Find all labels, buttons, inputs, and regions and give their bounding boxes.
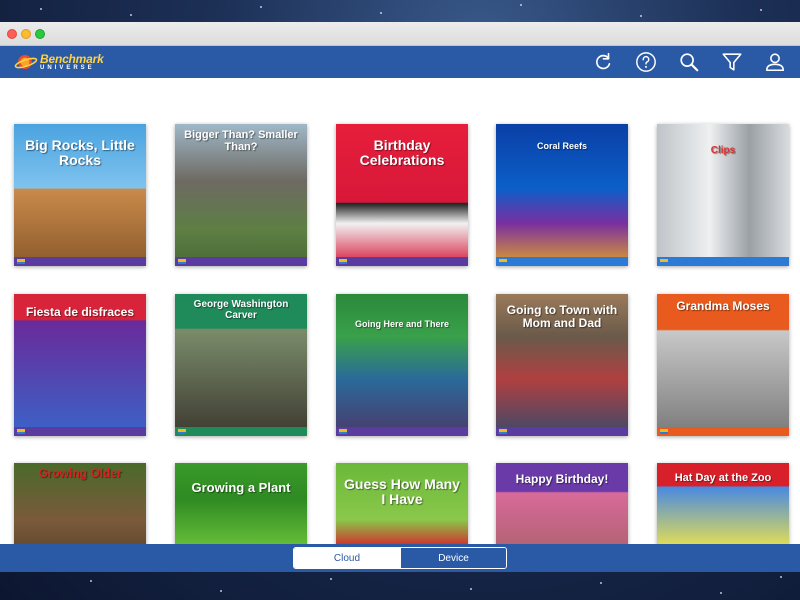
book-publisher-band bbox=[14, 427, 146, 436]
minimize-window-button[interactable] bbox=[21, 29, 31, 39]
publisher-logo-icon bbox=[17, 429, 25, 434]
book-title: Clips bbox=[710, 145, 736, 156]
refresh-icon bbox=[596, 52, 611, 70]
publisher-logo-icon bbox=[178, 429, 186, 434]
book-title: Going to Town with Mom and Dad bbox=[506, 303, 618, 330]
publisher-logo-icon bbox=[499, 429, 507, 434]
book-cover-image: Growing Older bbox=[14, 463, 146, 548]
book-card[interactable]: Fiesta de disfraces bbox=[14, 294, 146, 436]
book-publisher-band bbox=[14, 257, 146, 266]
book-cover-image: Coral Reefs bbox=[496, 124, 628, 266]
publisher-logo-icon bbox=[660, 429, 668, 434]
book-cover-image: Going Here and There bbox=[336, 294, 468, 436]
app-header: Benchmark UNIVERSE bbox=[0, 46, 800, 78]
book-cover-image: Big Rocks, Little Rocks bbox=[14, 124, 146, 266]
search-button[interactable] bbox=[676, 49, 702, 75]
book-title: Fiesta de disfraces bbox=[25, 305, 135, 319]
user-icon bbox=[765, 53, 785, 72]
app-window: Benchmark UNIVERSE Big Rocks, Little Roc… bbox=[0, 22, 800, 572]
publisher-logo-icon bbox=[17, 259, 25, 264]
book-cover-image: George Washington Carver bbox=[175, 294, 307, 436]
close-window-button[interactable] bbox=[7, 29, 17, 39]
book-cover-image: Fiesta de disfraces bbox=[14, 294, 146, 436]
cloud-tab[interactable]: Cloud bbox=[294, 548, 400, 568]
book-title: Birthday Celebrations bbox=[359, 137, 445, 168]
refresh-button[interactable] bbox=[590, 49, 616, 75]
book-card[interactable]: Clips bbox=[657, 124, 789, 266]
book-card[interactable]: Grandma Moses bbox=[657, 294, 789, 436]
header-toolbar bbox=[590, 49, 788, 75]
search-icon bbox=[680, 53, 699, 72]
book-title: Hat Day at the Zoo bbox=[674, 472, 772, 484]
book-title: Growing a Plant bbox=[191, 480, 291, 495]
book-card[interactable]: Bigger Than? Smaller Than? bbox=[175, 124, 307, 266]
book-cover-image: Hat Day at the Zoo bbox=[657, 463, 789, 548]
help-button[interactable] bbox=[633, 49, 659, 75]
benchmark-universe-logo[interactable]: Benchmark UNIVERSE bbox=[14, 51, 110, 73]
book-title: Coral Reefs bbox=[536, 141, 588, 151]
book-card[interactable]: Happy Birthday! bbox=[496, 463, 628, 548]
book-cover-image: Bigger Than? Smaller Than? bbox=[175, 124, 307, 266]
storage-bar: Cloud Device bbox=[0, 544, 800, 572]
account-button[interactable] bbox=[762, 49, 788, 75]
book-title: George Washington Carver bbox=[193, 299, 289, 321]
book-card[interactable]: George Washington Carver bbox=[175, 294, 307, 436]
book-card[interactable]: Going to Town with Mom and Dad bbox=[496, 294, 628, 436]
storage-segmented-control: Cloud Device bbox=[293, 547, 507, 569]
book-publisher-band bbox=[336, 257, 468, 266]
book-card[interactable]: Going Here and There bbox=[336, 294, 468, 436]
book-title: Growing Older bbox=[38, 466, 122, 480]
book-publisher-band bbox=[496, 427, 628, 436]
book-publisher-band bbox=[336, 427, 468, 436]
logo-line1: Benchmark bbox=[40, 52, 104, 66]
book-title: Guess How Many I Have bbox=[344, 476, 460, 507]
device-tab[interactable]: Device bbox=[400, 548, 506, 568]
book-card[interactable]: Hat Day at the Zoo bbox=[657, 463, 789, 548]
book-cover-image: Going to Town with Mom and Dad bbox=[496, 294, 628, 436]
book-publisher-band bbox=[657, 427, 789, 436]
book-cover-image: Birthday Celebrations bbox=[336, 124, 468, 266]
book-publisher-band bbox=[657, 257, 789, 266]
publisher-logo-icon bbox=[499, 259, 507, 264]
book-title: Grandma Moses bbox=[676, 299, 770, 313]
logo-text: Benchmark UNIVERSE bbox=[40, 53, 104, 71]
zoom-window-button[interactable] bbox=[35, 29, 45, 39]
book-cover-image: Grandma Moses bbox=[657, 294, 789, 436]
planet-logo-icon bbox=[14, 52, 38, 72]
publisher-logo-icon bbox=[660, 259, 668, 264]
book-publisher-band bbox=[175, 257, 307, 266]
publisher-logo-icon bbox=[178, 259, 186, 264]
publisher-logo-icon bbox=[339, 259, 347, 264]
book-card[interactable]: Coral Reefs bbox=[496, 124, 628, 266]
filter-button[interactable] bbox=[719, 49, 745, 75]
book-grid: Big Rocks, Little Rocks Bigger Than? Smal… bbox=[0, 78, 800, 548]
book-card[interactable]: Growing a Plant bbox=[175, 463, 307, 548]
book-cover-image: Clips bbox=[657, 124, 789, 266]
book-cover-image: Growing a Plant bbox=[175, 463, 307, 548]
book-publisher-band bbox=[175, 427, 307, 436]
window-titlebar bbox=[0, 22, 800, 46]
book-cover-image: Happy Birthday! bbox=[496, 463, 628, 548]
book-card[interactable]: Birthday Celebrations bbox=[336, 124, 468, 266]
book-card[interactable]: Growing Older bbox=[14, 463, 146, 548]
book-card[interactable]: Big Rocks, Little Rocks bbox=[14, 124, 146, 266]
book-title: Going Here and There bbox=[354, 319, 450, 329]
help-icon bbox=[636, 52, 656, 72]
filter-icon bbox=[722, 53, 742, 71]
publisher-logo-icon bbox=[339, 429, 347, 434]
book-card[interactable]: Guess How Many I Have bbox=[336, 463, 468, 548]
book-title: Happy Birthday! bbox=[515, 472, 609, 486]
book-cover-image: Guess How Many I Have bbox=[336, 463, 468, 548]
book-publisher-band bbox=[496, 257, 628, 266]
book-title: Big Rocks, Little Rocks bbox=[25, 137, 135, 168]
book-title: Bigger Than? Smaller Than? bbox=[184, 129, 298, 153]
logo-line2: UNIVERSE bbox=[40, 65, 95, 71]
